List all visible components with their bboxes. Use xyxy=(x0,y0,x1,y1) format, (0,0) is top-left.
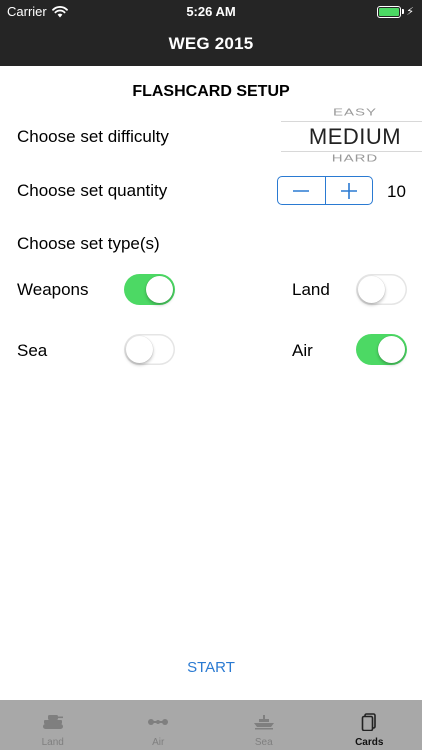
tab-label-air: Air xyxy=(152,737,165,748)
air-toggle[interactable] xyxy=(356,334,407,365)
quantity-label: Choose set quantity xyxy=(17,181,168,200)
app-header: Carrier 5:26 AM ⚡ WEG 2015 xyxy=(0,0,422,66)
type-label: Choose set type(s) xyxy=(17,234,160,253)
quantity-stepper[interactable] xyxy=(277,176,373,205)
carrier-indicator: Carrier xyxy=(7,4,68,19)
tab-label-sea: Sea xyxy=(254,737,273,748)
charging-bolt-icon: ⚡ xyxy=(406,6,414,18)
difficulty-label: Choose set difficulty xyxy=(17,127,169,146)
tab-label-land: Land xyxy=(41,737,64,748)
aircraft-icon xyxy=(148,719,169,725)
quantity-value: 10 xyxy=(387,182,406,201)
start-button[interactable]: START xyxy=(0,659,422,676)
toggle-label-weapons: Weapons xyxy=(17,280,89,299)
tab-air[interactable]: Air xyxy=(106,700,212,750)
status-bar: Carrier 5:26 AM ⚡ xyxy=(0,0,422,22)
tab-label-cards: Cards xyxy=(355,737,384,748)
decrement-button[interactable] xyxy=(278,177,325,204)
tank-icon xyxy=(42,715,63,729)
toggle-label-land: Land xyxy=(292,280,330,299)
picker-option-medium[interactable]: MEDIUM xyxy=(281,124,422,150)
tab-bar: Land Air Sea Cards xyxy=(0,700,422,750)
battery-icon: ⚡ xyxy=(377,5,414,18)
land-toggle[interactable] xyxy=(356,274,407,305)
carrier-name: Carrier xyxy=(7,4,47,19)
plus-icon xyxy=(340,182,357,199)
weapons-toggle[interactable] xyxy=(124,274,175,305)
tab-cards[interactable]: Cards xyxy=(317,700,422,750)
sea-toggle[interactable] xyxy=(124,334,175,365)
setup-title: FLASHCARD SETUP xyxy=(132,83,290,100)
wifi-icon xyxy=(51,5,68,17)
picker-option-easy[interactable]: EASY xyxy=(281,107,422,119)
tab-land[interactable]: Land xyxy=(0,700,106,750)
toggle-label-air: Air xyxy=(292,341,313,360)
minus-icon xyxy=(293,189,310,192)
toggle-label-sea: Sea xyxy=(17,341,48,360)
ship-icon xyxy=(253,715,274,730)
difficulty-picker[interactable]: EASY MEDIUM HARD xyxy=(281,104,422,166)
increment-button[interactable] xyxy=(324,177,373,204)
cards-icon xyxy=(361,713,377,731)
picker-option-hard[interactable]: HARD xyxy=(281,153,422,165)
app-title: WEG 2015 xyxy=(168,34,254,53)
tab-sea[interactable]: Sea xyxy=(211,700,317,750)
